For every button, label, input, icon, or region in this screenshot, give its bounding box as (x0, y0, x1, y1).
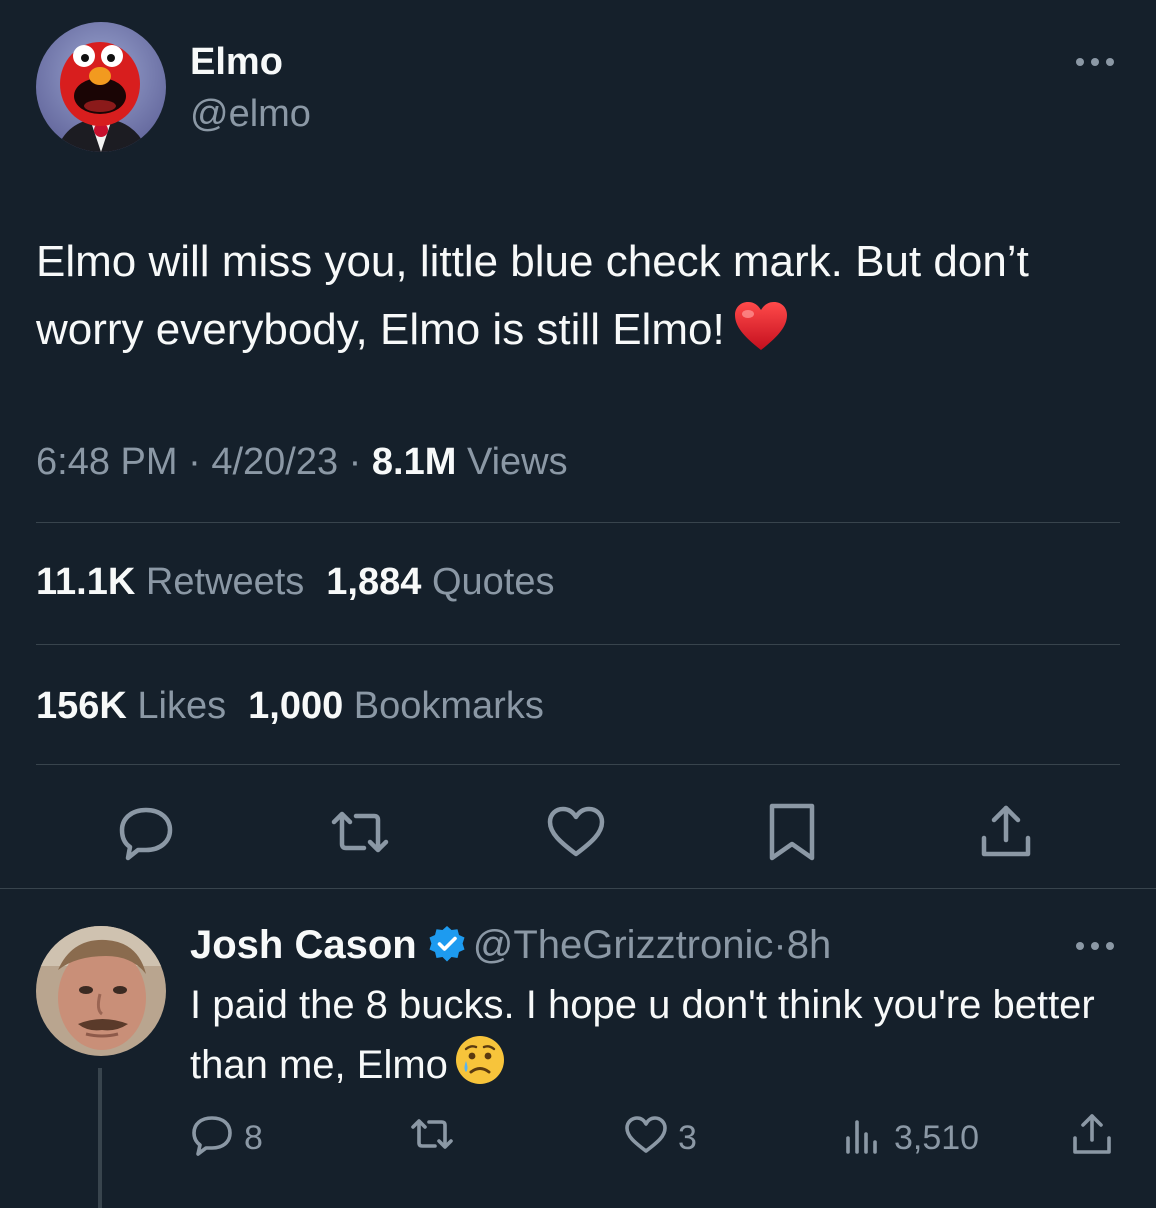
author-avatar[interactable] (36, 22, 166, 152)
likes-stat[interactable]: 156K Likes (36, 685, 226, 727)
reply-author-name[interactable]: Josh Cason (190, 923, 417, 967)
divider (36, 764, 1120, 765)
like-icon (624, 1112, 668, 1165)
red-heart-emoji-icon (733, 300, 789, 372)
reply-replies-count: 8 (244, 1118, 263, 1157)
bookmarks-stat[interactable]: 1,000 Bookmarks (248, 685, 544, 727)
likes-count: 156K (36, 685, 127, 727)
reply-separator: · (773, 923, 787, 967)
author-handle[interactable]: @elmo (190, 92, 311, 136)
author-name[interactable]: Elmo (190, 40, 283, 84)
reply-likes-count: 3 (678, 1118, 697, 1157)
reply-text-content: I paid the 8 bucks. I hope u don't think… (190, 983, 1095, 1087)
tweet-text-content: Elmo will miss you, little blue check ma… (36, 237, 1042, 354)
thread-line (98, 1068, 102, 1208)
like-icon[interactable] (546, 800, 606, 864)
reply-author-handle[interactable]: @TheGrizztronic (473, 923, 774, 967)
likes-label: Likes (137, 685, 227, 727)
reply-views-count: 3,510 (894, 1118, 980, 1157)
divider (0, 888, 1156, 889)
retweet-icon[interactable] (330, 800, 390, 864)
sad-relieved-face-emoji-icon (454, 1034, 506, 1102)
bookmark-icon[interactable] (762, 800, 822, 864)
retweets-label: Retweets (145, 561, 305, 603)
reply-like-button[interactable]: 3 (624, 1114, 697, 1162)
divider (36, 522, 1120, 523)
tweet-date[interactable]: 4/20/23 (211, 441, 338, 483)
quotes-label: Quotes (431, 561, 555, 603)
views-count: 8.1M (371, 441, 457, 483)
reply-header: Josh Cason @TheGrizztronic·8h (190, 920, 831, 976)
reply-share-button[interactable] (1070, 1112, 1114, 1165)
views-chart-icon (840, 1112, 884, 1165)
tweet-text: Elmo will miss you, little blue check ma… (36, 228, 1126, 372)
reply-time[interactable]: 8h (787, 923, 832, 967)
meta-separator: · (177, 441, 212, 483)
share-icon (1070, 1112, 1114, 1165)
divider (36, 644, 1120, 645)
views-label: Views (466, 441, 568, 483)
share-icon[interactable] (976, 800, 1036, 864)
reply-author-avatar[interactable] (36, 926, 166, 1056)
elmo-avatar-image (36, 22, 166, 152)
bookmarks-label: Bookmarks (353, 685, 544, 727)
reply-text: I paid the 8 bucks. I hope u don't think… (190, 976, 1120, 1102)
bookmarks-count: 1,000 (248, 685, 344, 727)
retweet-icon (410, 1112, 454, 1165)
quotes-count: 1,884 (326, 561, 422, 603)
tweet-meta: 6:48 PM · 4/20/23 · 8.1M Views (36, 438, 568, 486)
verified-badge-icon[interactable] (427, 924, 467, 976)
retweets-count: 11.1K (36, 561, 136, 603)
tweet-time[interactable]: 6:48 PM (36, 441, 178, 483)
stats-row-shares: 11.1K Retweets 1,884 Quotes (36, 558, 554, 606)
reply-icon (190, 1112, 234, 1165)
retweets-stat[interactable]: 11.1K Retweets (36, 561, 304, 603)
reply-more-options-icon[interactable] (1070, 934, 1120, 958)
reply-icon[interactable] (116, 800, 176, 864)
reply-retweet-button[interactable] (410, 1114, 454, 1162)
meta-separator: · (338, 441, 372, 483)
reply-reply-button[interactable]: 8 (190, 1114, 263, 1162)
josh-avatar-image (36, 926, 166, 1056)
stats-row-engagement: 156K Likes 1,000 Bookmarks (36, 682, 544, 730)
quotes-stat[interactable]: 1,884 Quotes (326, 561, 554, 603)
reply-views-button[interactable]: 3,510 (840, 1114, 979, 1162)
more-options-icon[interactable] (1070, 50, 1120, 74)
